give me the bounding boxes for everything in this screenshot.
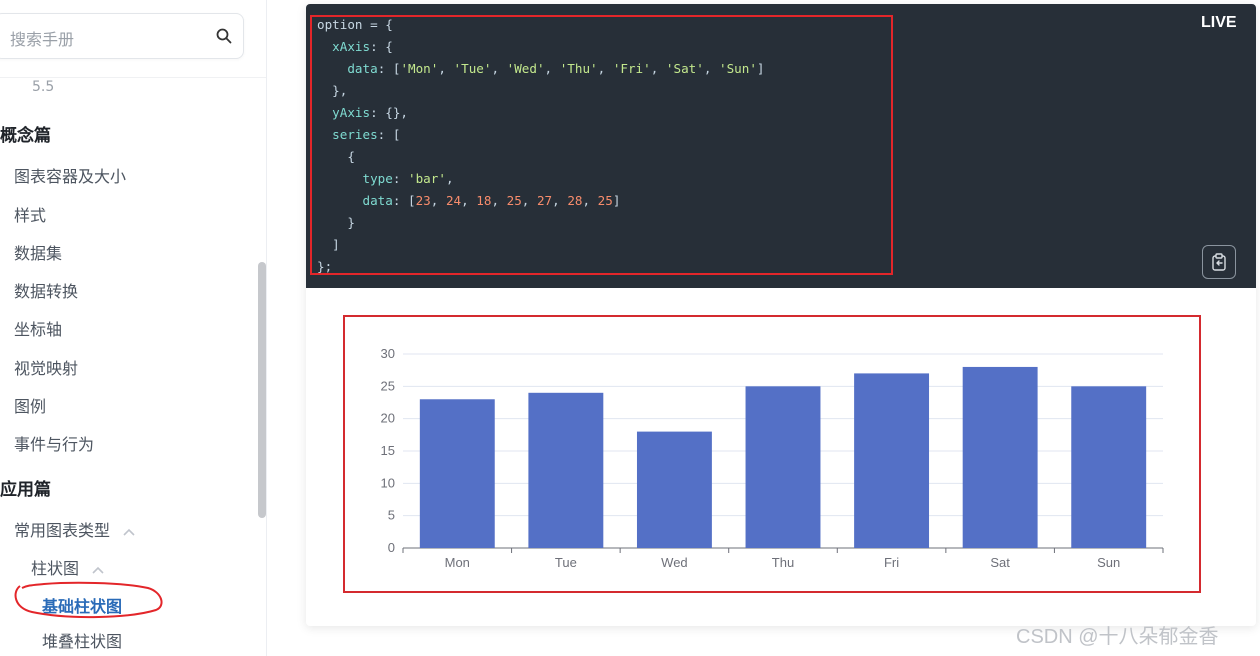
sidebar: 搜索手册 5.5 概念篇 图表容器及大小 样式 数据集 数据转换 坐标轴 视觉映… xyxy=(0,0,267,656)
code-key: xAxis xyxy=(332,39,371,54)
live-label: LIVE xyxy=(1201,14,1237,31)
bar-wed[interactable] xyxy=(636,431,712,548)
code-number: 24 xyxy=(445,193,462,208)
code-number: 25 xyxy=(506,193,522,208)
y-tick-label: 20 xyxy=(381,411,395,426)
y-tick-label: 0 xyxy=(388,540,395,555)
nav-item-common-chart-types-label: 常用图表类型 xyxy=(14,521,111,540)
x-tick-label: Fri xyxy=(884,555,899,570)
code-string: 'Wed' xyxy=(506,61,545,76)
nav-item-common-chart-types[interactable]: 常用图表类型 xyxy=(14,517,135,541)
bar-fri[interactable] xyxy=(854,373,930,548)
chevron-up-icon xyxy=(123,528,135,536)
bar-sat[interactable] xyxy=(962,366,1038,548)
bar-mon[interactable] xyxy=(419,399,495,548)
code-string: 'Tue' xyxy=(453,61,492,76)
nav-item-bar-label: 柱状图 xyxy=(31,559,80,578)
nav-version-item[interactable]: 5.5 xyxy=(32,79,54,95)
x-tick-label: Wed xyxy=(661,555,688,570)
nav-item-dataset[interactable]: 数据集 xyxy=(14,240,62,264)
code-block[interactable]: option = { xAxis: { data: ['Mon', 'Tue',… xyxy=(317,14,765,278)
sidebar-scrollbar[interactable] xyxy=(258,262,266,518)
code-number: 23 xyxy=(415,193,431,208)
code-number: 18 xyxy=(476,193,492,208)
nav-item-stacked-bar[interactable]: 堆叠柱状图 xyxy=(42,628,122,652)
code-line: option = { xyxy=(317,17,393,32)
sidebar-divider xyxy=(0,77,266,78)
nav-item-style[interactable]: 样式 xyxy=(14,202,46,226)
code-string: 'Mon' xyxy=(400,61,439,76)
code-string: 'Sun' xyxy=(719,61,757,76)
code-number: 28 xyxy=(567,193,583,208)
x-tick-label: Thu xyxy=(772,555,794,570)
code-key: data xyxy=(347,61,378,76)
y-tick-label: 15 xyxy=(381,443,395,458)
watermark: CSDN @十八朵郁金香 xyxy=(1016,626,1219,648)
code-number: 27 xyxy=(536,193,553,208)
y-tick-label: 30 xyxy=(381,346,395,361)
x-tick-label: Tue xyxy=(555,555,577,570)
example-card: option = { xAxis: { data: ['Mon', 'Tue',… xyxy=(306,4,1256,626)
bar-tue[interactable] xyxy=(528,392,604,548)
bar-sun[interactable] xyxy=(1071,386,1147,548)
nav-section-concept[interactable]: 概念篇 xyxy=(0,121,51,146)
nav-item-data-transform[interactable]: 数据转换 xyxy=(14,278,78,302)
bar-chart[interactable]: 0 5 10 15 20 25 30 Mon Tue Wed Thu Fri Sat Sun xyxy=(345,317,1199,591)
chevron-up-icon xyxy=(92,566,104,574)
nav-item-events[interactable]: 事件与行为 xyxy=(14,431,94,455)
copy-code-button[interactable] xyxy=(1202,245,1236,279)
bar-thu[interactable] xyxy=(745,386,821,548)
nav-section-application[interactable]: 应用篇 xyxy=(0,475,51,500)
nav-item-chart-container[interactable]: 图表容器及大小 xyxy=(14,163,126,187)
x-tick-label: Sun xyxy=(1097,555,1120,570)
x-tick-label: Mon xyxy=(445,555,470,570)
search-icon[interactable] xyxy=(215,27,233,45)
search-input[interactable]: 搜索手册 xyxy=(10,26,74,50)
code-string: 'Sat' xyxy=(665,61,704,76)
y-tick-label: 5 xyxy=(388,508,395,523)
code-key: series xyxy=(332,127,378,142)
code-key: data xyxy=(362,193,393,208)
code-number: 25 xyxy=(597,193,613,208)
code-key: yAxis xyxy=(332,105,371,120)
code-string: 'Fri' xyxy=(612,61,651,76)
search-box[interactable]: 搜索手册 xyxy=(0,13,244,59)
code-string: 'Thu' xyxy=(559,61,598,76)
code-key: type xyxy=(362,171,393,186)
nav-item-bar[interactable]: 柱状图 xyxy=(31,555,104,579)
y-tick-label: 10 xyxy=(381,475,395,490)
nav-item-axis[interactable]: 坐标轴 xyxy=(14,316,62,340)
nav-item-visual-map[interactable]: 视觉映射 xyxy=(14,355,78,379)
code-string: 'bar' xyxy=(408,171,446,186)
x-tick-label: Sat xyxy=(990,555,1010,570)
red-circle-annotation xyxy=(14,581,163,619)
nav-item-legend[interactable]: 图例 xyxy=(14,393,46,417)
clipboard-copy-icon xyxy=(1212,253,1226,271)
y-tick-label: 25 xyxy=(381,378,395,393)
code-editor[interactable]: option = { xAxis: { data: ['Mon', 'Tue',… xyxy=(306,4,1256,288)
